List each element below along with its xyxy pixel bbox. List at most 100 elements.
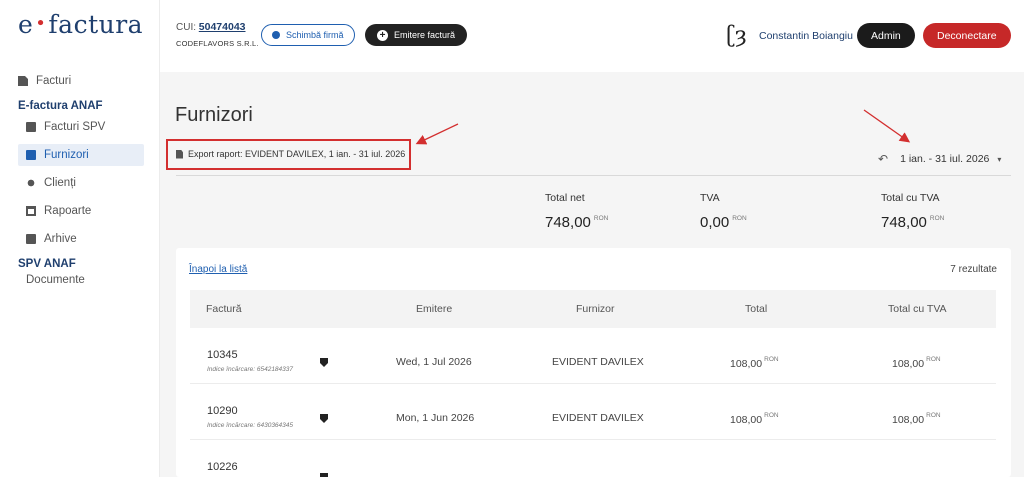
column-header-total-vat[interactable]: Total cu TVA <box>888 303 947 315</box>
calendar-icon <box>26 206 36 216</box>
sidebar-item-facturi-spv[interactable]: Facturi SPV <box>18 116 144 138</box>
back-to-list-link[interactable]: Înapoi la listă <box>189 264 247 275</box>
total-cell: 108,00 RON <box>730 412 779 426</box>
total-vat: TVA 0,00 RON <box>700 192 747 231</box>
currency: RON <box>593 215 609 222</box>
sidebar-item-label: Furnizori <box>44 149 89 161</box>
currency: RON <box>929 215 945 222</box>
invoice-number[interactable]: 10226 <box>207 461 238 473</box>
cui-link[interactable]: 50474043 <box>199 21 246 33</box>
total-net-amount: 748,00 <box>545 214 591 231</box>
sidebar-item-facturi[interactable]: Facturi <box>18 70 144 92</box>
cui-info: CUI: 50474043 <box>176 21 246 33</box>
admin-button[interactable]: Admin <box>857 23 915 48</box>
document-icon <box>26 122 36 132</box>
section-spv-anaf: SPV ANAF <box>18 258 76 270</box>
chevron-down-icon: ▾ <box>997 154 1002 164</box>
total-vat-cell: 108,00 RON <box>892 356 941 370</box>
total-net-value: 748,00 RON <box>545 214 608 231</box>
main-content: Furnizori Export raport: EVIDENT DAVILEX… <box>160 72 1024 477</box>
issue-date: Mon, 1 Jun 2026 <box>396 412 475 424</box>
top-bar: CUI: 50474043 CODEFLAVORS S.R.L. Schimbă… <box>160 0 1024 72</box>
total-net: Total net 748,00 RON <box>545 192 608 231</box>
date-range-label: 1 ian. - 31 iul. 2026 <box>900 153 990 165</box>
cui-label: CUI: <box>176 22 196 33</box>
sidebar-item-documente[interactable]: Documente <box>26 274 160 286</box>
users-icon <box>26 178 36 188</box>
download-icon[interactable] <box>320 414 328 423</box>
sidebar-item-label: Clienți <box>44 177 76 189</box>
document-icon <box>176 149 183 159</box>
column-header-issued[interactable]: Emitere <box>416 303 452 315</box>
brand-mark-icon: ʗȝ <box>726 23 747 48</box>
total-vat-amount: 0,00 <box>700 214 730 231</box>
archive-icon <box>26 234 36 244</box>
invoice-number[interactable]: 10290 <box>207 405 238 417</box>
total-amount: 108,00 <box>730 358 763 370</box>
total-vat-cell: 108,00 RON <box>892 412 941 426</box>
annotation-arrow-right <box>863 109 911 143</box>
sidebar: e •factura Facturi E-factura ANAF Facturi… <box>0 0 160 477</box>
invoice-number[interactable]: 10345 <box>207 349 238 361</box>
invoice-list-card: Înapoi la listă 7 rezultate Factură Emit… <box>176 248 1011 477</box>
sidebar-nav: Facturi E-factura ANAF Facturi SPV Furni… <box>0 70 160 286</box>
download-icon[interactable] <box>320 473 328 477</box>
logout-button[interactable]: Deconectare <box>923 23 1011 48</box>
sidebar-item-furnizori[interactable]: Furnizori <box>18 144 144 166</box>
issue-date: Wed, 1 Jul 2026 <box>396 356 472 368</box>
total-with-vat-label: Total cu TVA <box>881 192 940 204</box>
currency: RON <box>764 356 779 363</box>
export-report-link[interactable]: Export raport: EVIDENT DAVILEX, 1 ian. -… <box>176 149 405 159</box>
document-icon <box>18 76 28 86</box>
user-name[interactable]: Constantin Boiangiu <box>759 30 853 42</box>
date-range-picker[interactable]: ↶ 1 ian. - 31 iul. 2026 ▾ <box>878 152 1001 166</box>
logo-dot: • <box>35 13 47 34</box>
issue-invoice-label: Emitere factură <box>394 30 456 40</box>
table-row[interactable]: 10226 <box>190 440 996 477</box>
undo-icon[interactable]: ↶ <box>878 152 888 166</box>
supplier-name: EVIDENT DAVILEX <box>552 356 644 368</box>
column-header-total[interactable]: Total <box>745 303 767 315</box>
annotation-arrows <box>415 109 911 145</box>
results-count: 7 rezultate <box>950 264 997 275</box>
currency: RON <box>732 215 747 222</box>
currency: RON <box>764 412 779 419</box>
supplier-name: EVIDENT DAVILEX <box>552 412 644 424</box>
divider <box>176 175 1011 176</box>
total-with-vat-amount: 748,00 <box>881 214 927 231</box>
app-logo[interactable]: e •factura <box>18 10 143 39</box>
globe-icon <box>272 31 280 39</box>
total-vat-value: 0,00 RON <box>700 214 747 231</box>
section-efactura-anaf: E-factura ANAF <box>18 100 103 112</box>
total-net-label: Total net <box>545 192 585 204</box>
export-report-label: Export raport: EVIDENT DAVILEX, 1 ian. -… <box>188 149 406 159</box>
total-cell: 108,00 RON <box>730 356 779 370</box>
table-row[interactable]: 10290 Indice încărcare: 6430364345 Mon, … <box>190 384 996 440</box>
issue-invoice-button[interactable]: + Emitere factură <box>365 24 468 46</box>
column-header-invoice[interactable]: Factură <box>206 303 242 315</box>
total-vat-amount: 108,00 <box>892 414 925 426</box>
table-row[interactable]: 10345 Indice încărcare: 6542184337 Wed, … <box>190 328 996 384</box>
logo-text: factura <box>48 10 144 39</box>
table-header: Factură Emitere Furnizor Total Total cu … <box>190 290 996 328</box>
sidebar-item-clienti[interactable]: Clienți <box>18 172 144 194</box>
sidebar-item-rapoarte[interactable]: Rapoarte <box>18 200 144 222</box>
sidebar-item-label: Rapoarte <box>44 205 92 217</box>
page-title: Furnizori <box>175 104 253 126</box>
total-vat-amount: 108,00 <box>892 358 925 370</box>
upload-index: Indice încărcare: 6542184337 <box>207 366 294 373</box>
sidebar-item-label: Facturi SPV <box>44 121 106 133</box>
logo-e: e <box>18 10 34 39</box>
total-amount: 108,00 <box>730 414 763 426</box>
card-icon <box>26 150 36 160</box>
change-company-button[interactable]: Schimbă firmă <box>261 24 355 46</box>
sidebar-item-arhive[interactable]: Arhive <box>18 228 144 250</box>
company-name: CODEFLAVORS S.R.L. <box>176 39 259 48</box>
download-icon[interactable] <box>320 358 328 367</box>
currency: RON <box>926 356 941 363</box>
plus-icon: + <box>377 29 388 41</box>
change-company-label: Schimbă firmă <box>286 30 344 40</box>
column-header-supplier[interactable]: Furnizor <box>576 303 615 315</box>
total-with-vat-value: 748,00 RON <box>881 214 944 231</box>
total-vat-label: TVA <box>700 192 720 204</box>
